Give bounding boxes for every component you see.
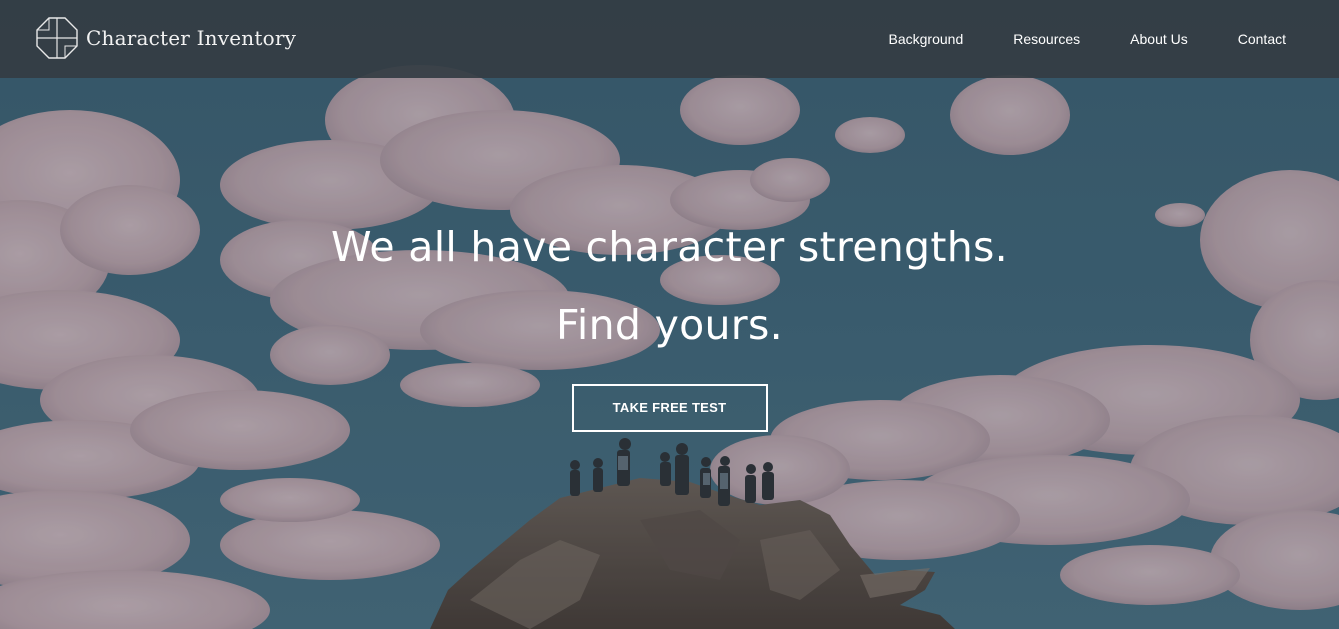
site-header: Character Inventory Background Resources… (0, 0, 1339, 78)
brand-name: Character Inventory (86, 26, 297, 50)
nav-link-contact[interactable]: Contact (1238, 31, 1286, 47)
hero-headline-line-1: We all have character strengths. (330, 223, 1008, 271)
hero-headline-line-2: Find yours. (556, 301, 783, 349)
landing-page: Character Inventory Background Resources… (0, 0, 1339, 629)
take-free-test-button[interactable]: TAKE FREE TEST (571, 384, 768, 432)
nav-link-about-us[interactable]: About Us (1130, 31, 1188, 47)
octagon-cross-logo-icon (36, 17, 78, 59)
nav-link-resources[interactable]: Resources (1013, 31, 1080, 47)
hero-headline: We all have character strengths. Find yo… (0, 208, 1339, 364)
hero-section: We all have character strengths. Find yo… (0, 208, 1339, 432)
brand-home-link[interactable]: Character Inventory (36, 16, 296, 60)
main-nav: Background Resources About Us Contact (864, 0, 1311, 78)
nav-link-background[interactable]: Background (889, 31, 964, 47)
